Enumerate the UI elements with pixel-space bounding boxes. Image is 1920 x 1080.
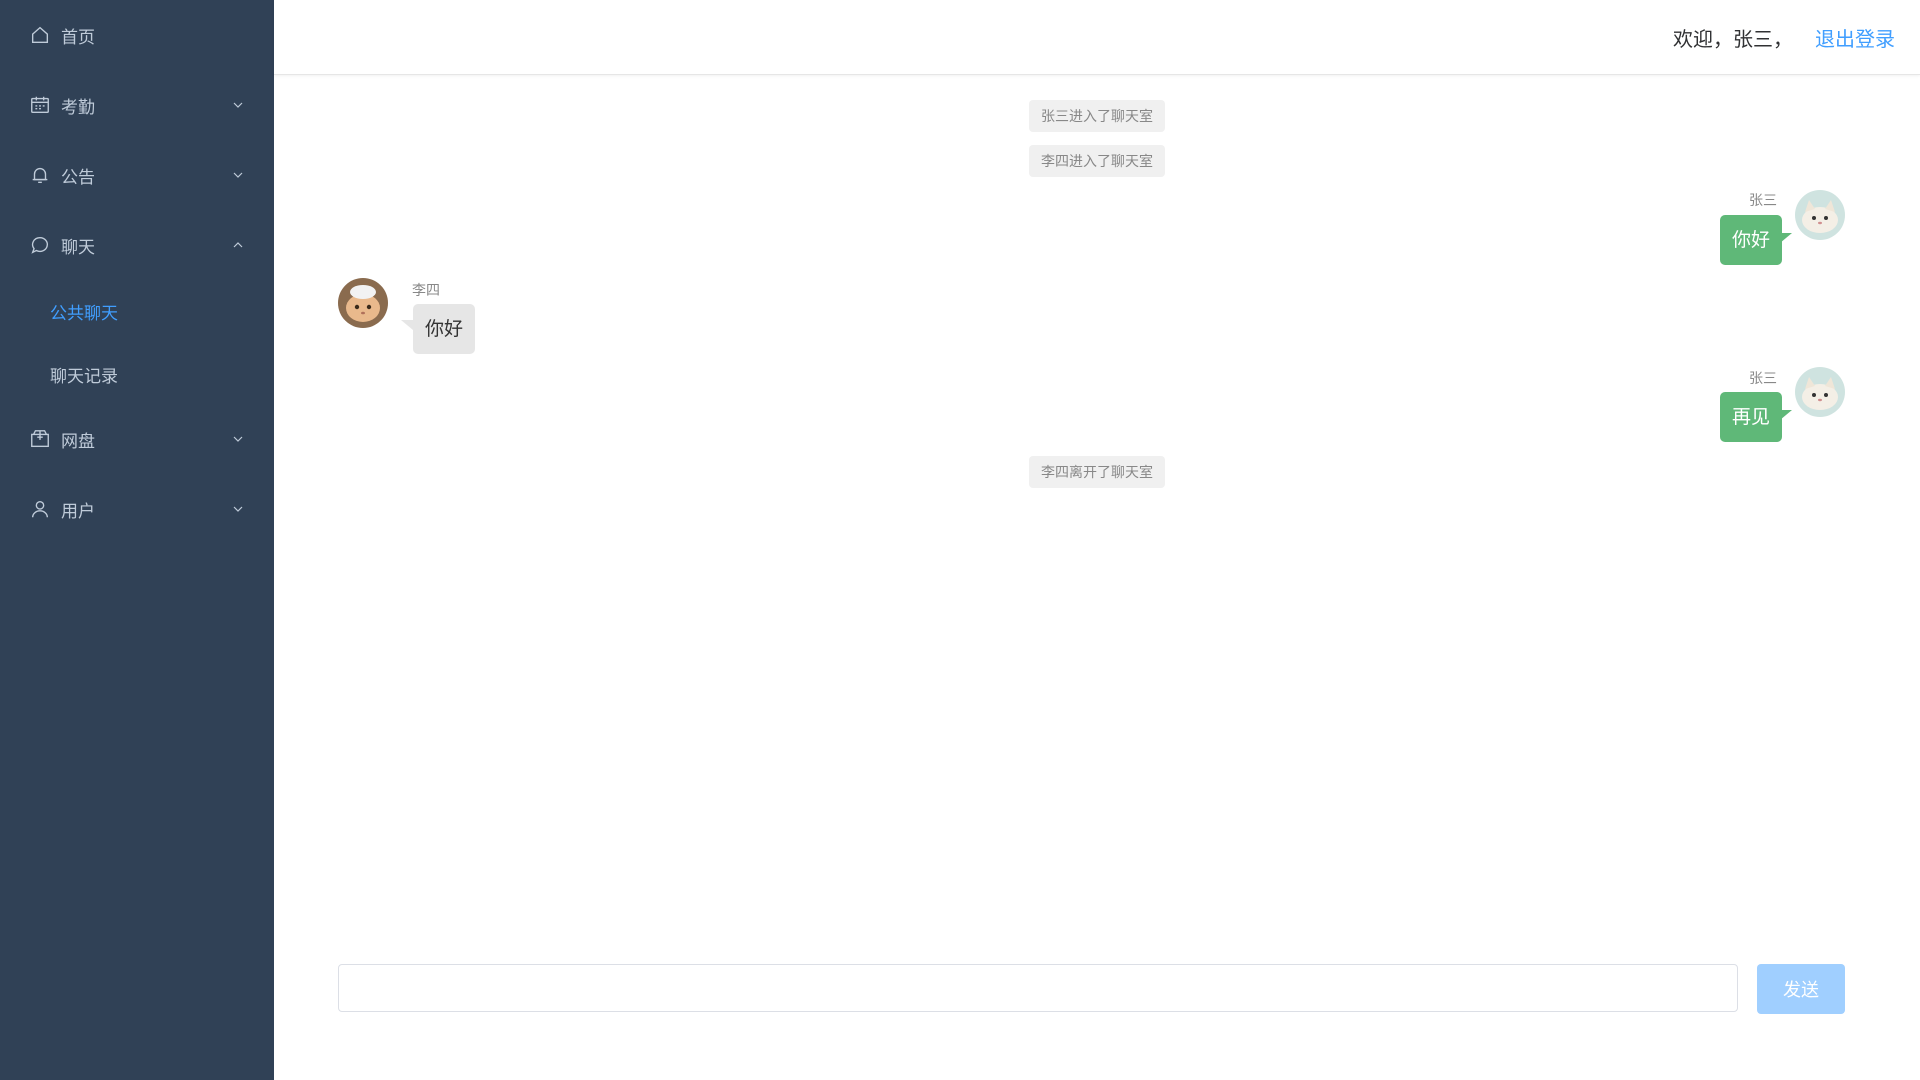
message-bubble: 你好 [1719,215,1793,265]
logout-link[interactable]: 退出登录 [1815,23,1895,52]
message-input[interactable] [338,964,1738,1012]
sender-name: 李四 [412,283,440,299]
sidebar-item-label: 聊天 [61,237,95,258]
sidebar-subitem-label: 公共聊天 [50,304,118,324]
sender-name: 张三 [1749,193,1777,209]
chevron-down-icon [232,169,244,181]
header-user-area: 欢迎，张三， 退出登录 [1673,0,1895,74]
sidebar-item-chat[interactable]: 聊天 [0,210,274,280]
system-message: 李四进入了聊天室 [1029,145,1165,177]
avatar [338,278,388,328]
top-header: 欢迎，张三， 退出登录 [274,0,1920,75]
calendar-icon [29,94,51,116]
sidebar-subitem-public-chat[interactable]: 公共聊天 [0,280,274,343]
welcome-text: 欢迎，张三， [1673,26,1793,51]
home-icon [29,24,51,46]
box-icon [29,428,51,450]
chevron-up-icon [232,239,244,251]
chat-bubble-icon [29,234,51,256]
system-message: 张三进入了聊天室 [1029,100,1165,132]
sidebar-item-user[interactable]: 用户 [0,474,274,544]
chevron-down-icon [232,433,244,445]
sidebar-subitem-label: 聊天记录 [50,367,118,387]
user-icon [29,498,51,520]
sidebar-subitem-chat-history[interactable]: 聊天记录 [0,343,274,406]
system-message: 李四离开了聊天室 [1029,456,1165,488]
sidebar-item-label: 考勤 [61,97,95,118]
cat-avatar-icon [1795,367,1845,417]
sidebar-item-label: 公告 [61,167,95,188]
chevron-down-icon [232,99,244,111]
cat-avatar-icon [1795,190,1845,240]
sidebar-item-home[interactable]: 首页 [0,0,274,70]
sidebar-item-label: 网盘 [61,431,95,452]
sidebar-item-attendance[interactable]: 考勤 [0,70,274,140]
message-bubble: 你好 [400,304,476,354]
sidebar-item-announcement[interactable]: 公告 [0,140,274,210]
cat-avatar-icon [338,278,388,328]
sidebar-item-cloud-drive[interactable]: 网盘 [0,404,274,474]
send-button[interactable]: 发送 [1757,964,1845,1014]
bell-icon [29,164,51,186]
sidebar-item-label: 用户 [61,501,95,522]
avatar [1795,190,1845,240]
sender-name: 张三 [1749,371,1777,387]
message-bubble: 再见 [1719,392,1793,442]
chevron-down-icon [232,503,244,515]
chat-area: 张三进入了聊天室 李四进入了聊天室 张三 你好 李四 你好 张三 再见 李四离开… [274,75,1920,1080]
avatar [1795,367,1845,417]
sidebar: 首页 考勤 公告 聊天 公共聊天 聊天记录 网盘 用户 [0,0,274,1080]
sidebar-item-label: 首页 [61,27,95,48]
